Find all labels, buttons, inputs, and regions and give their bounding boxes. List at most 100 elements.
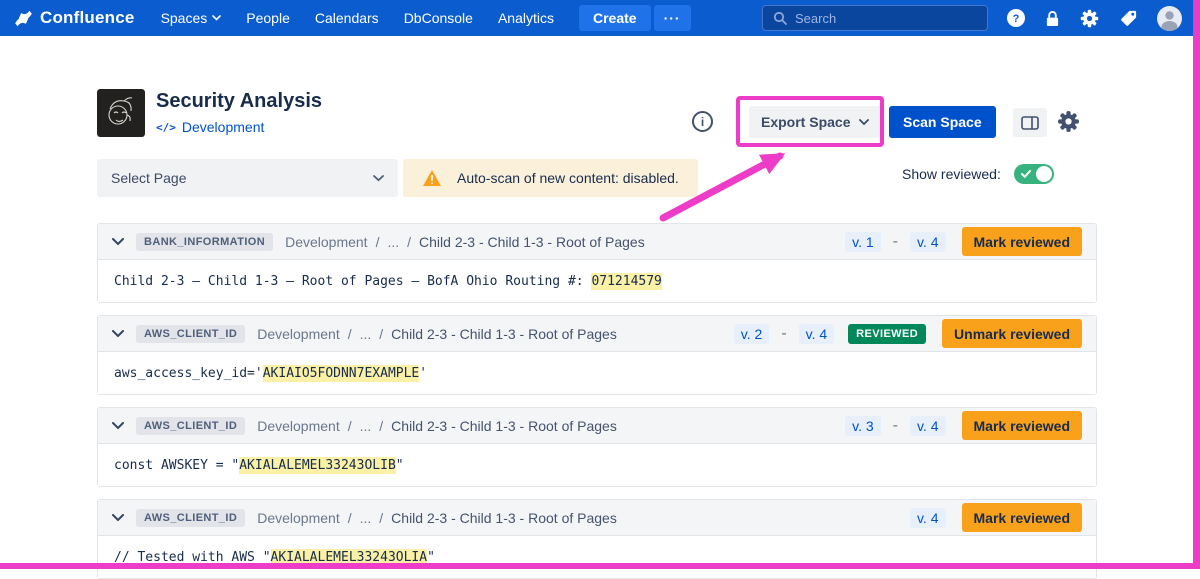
breadcrumb-page-link[interactable]: Child 2-3 - Child 1-3 - Root of Pages (391, 510, 617, 526)
tag-icon (1119, 9, 1138, 28)
version-link-to[interactable]: v. 4 (799, 324, 835, 344)
version-separator: - (781, 325, 786, 343)
more-menu-button[interactable]: ··· (654, 5, 691, 31)
finding-type-badge: BANK_INFORMATION (136, 233, 273, 251)
nav-item-calendars[interactable]: Calendars (315, 10, 379, 26)
show-reviewed-control: Show reviewed: (902, 164, 1054, 184)
breadcrumb-space-link[interactable]: Development (257, 510, 340, 526)
breadcrumb: Development / ... / Child 2-3 - Child 1-… (285, 234, 645, 250)
code-text: ' (419, 366, 427, 381)
nav-item-label: Calendars (315, 10, 379, 26)
code-text: " (396, 458, 404, 473)
breadcrumb-ellipsis[interactable]: ... (360, 326, 372, 342)
version-link-from[interactable]: v. 4 (910, 508, 946, 528)
finding-type-badge: AWS_CLIENT_ID (136, 509, 245, 527)
mark-reviewed-button[interactable]: Mark reviewed (962, 411, 1083, 440)
export-space-label: Export Space (761, 114, 850, 130)
breadcrumb-separator: / (348, 418, 352, 434)
breadcrumb-ellipsis[interactable]: ... (360, 418, 372, 434)
breadcrumb-page-link[interactable]: Child 2-3 - Child 1-3 - Root of Pages (391, 326, 617, 342)
admin-lock-button[interactable] (1045, 9, 1060, 28)
code-text: const AWSKEY = " (114, 458, 239, 473)
finding-snippet: // Tested with AWS "AKIALALEMEL33243OLIA… (98, 536, 1096, 578)
gear-icon (1056, 109, 1081, 134)
nav-item-spaces[interactable]: Spaces (161, 10, 222, 26)
space-settings-button[interactable] (1056, 109, 1081, 137)
warning-text: Auto-scan of new content: disabled. (457, 170, 679, 186)
breadcrumb-space-link[interactable]: Development (257, 326, 340, 342)
create-button[interactable]: Create (579, 5, 651, 31)
nav-item-people[interactable]: People (246, 10, 290, 26)
finding-header: AWS_CLIENT_ID Development / ... / Child … (98, 500, 1096, 536)
breadcrumb-separator: / (376, 234, 380, 250)
finding-snippet: aws_access_key_id='AKIAIO5FODNN7EXAMPLE' (98, 352, 1096, 394)
code-secret-highlight: AKIAIO5FODNN7EXAMPLE (263, 365, 420, 382)
version-link-from[interactable]: v. 2 (734, 324, 770, 344)
breadcrumb: Development / ... / Child 2-3 - Child 1-… (257, 510, 617, 526)
reviewed-badge: REVIEWED (848, 324, 926, 344)
version-link-from[interactable]: v. 3 (845, 416, 881, 436)
chevron-down-icon[interactable] (112, 422, 124, 430)
mark-reviewed-button[interactable]: Mark reviewed (962, 227, 1083, 256)
toggle-knob (1036, 166, 1052, 182)
space-link[interactable]: Development (182, 119, 265, 135)
page-title: Security Analysis (156, 90, 322, 113)
chevron-down-icon[interactable] (112, 238, 124, 246)
chevron-down-icon (212, 15, 221, 21)
show-reviewed-toggle[interactable] (1014, 164, 1054, 184)
svg-text:?: ? (1013, 13, 1020, 25)
settings-gear-button[interactable] (1079, 8, 1100, 29)
nav-item-label: Spaces (161, 10, 208, 26)
code-line: aws_access_key_id='AKIAIO5FODNN7EXAMPLE' (114, 365, 427, 382)
breadcrumb-ellipsis[interactable]: ... (387, 234, 399, 250)
select-page-placeholder: Select Page (111, 170, 187, 186)
finding-header: AWS_CLIENT_ID Development / ... / Child … (98, 408, 1096, 444)
breadcrumb-space-link[interactable]: Development (257, 418, 340, 434)
code-secret-highlight: 071214579 (591, 273, 661, 290)
mark-reviewed-button[interactable]: Mark reviewed (962, 503, 1083, 532)
breadcrumb-separator: / (348, 510, 352, 526)
annotation-border-right (1193, 0, 1200, 569)
select-page-dropdown[interactable]: Select Page (97, 159, 398, 197)
layout-panels-button[interactable] (1013, 108, 1047, 137)
breadcrumb-separator: / (379, 510, 383, 526)
mark-reviewed-button[interactable]: Unmark reviewed (942, 319, 1082, 348)
code-text: // Tested with AWS " (114, 550, 271, 565)
info-button[interactable]: i (692, 111, 713, 132)
scan-space-button[interactable]: Scan Space (889, 106, 996, 138)
nav-icon-cluster: ? (1006, 6, 1182, 31)
code-text: Child 2-3 — Child 1-3 — Root of Pages — … (114, 274, 591, 289)
nav-item-analytics[interactable]: Analytics (498, 10, 554, 26)
help-button[interactable]: ? (1006, 8, 1026, 28)
chevron-down-icon (859, 119, 869, 126)
version-link-from[interactable]: v. 1 (845, 232, 881, 252)
breadcrumb-space-link[interactable]: Development (285, 234, 368, 250)
warning-icon (422, 169, 442, 187)
search-input[interactable] (795, 11, 977, 26)
chevron-down-icon[interactable] (112, 514, 124, 522)
nav-item-dbconsole[interactable]: DbConsole (404, 10, 473, 26)
finding-header: AWS_CLIENT_ID Development / ... / Child … (98, 316, 1096, 352)
lock-icon (1045, 9, 1060, 28)
chevron-down-icon[interactable] (112, 330, 124, 338)
version-link-to[interactable]: v. 4 (910, 232, 946, 252)
breadcrumb-ellipsis[interactable]: ... (360, 510, 372, 526)
export-space-button[interactable]: Export Space (749, 106, 881, 138)
user-avatar[interactable] (1157, 6, 1182, 31)
confluence-home-link[interactable]: Confluence (14, 8, 135, 28)
version-link-to[interactable]: v. 4 (910, 416, 946, 436)
breadcrumb-separator: / (379, 326, 383, 342)
breadcrumb-page-link[interactable]: Child 2-3 - Child 1-3 - Root of Pages (391, 418, 617, 434)
finding-card: BANK_INFORMATION Development / ... / Chi… (97, 223, 1097, 303)
breadcrumb-page-link[interactable]: Child 2-3 - Child 1-3 - Root of Pages (419, 234, 645, 250)
finding-card: AWS_CLIENT_ID Development / ... / Child … (97, 499, 1097, 579)
panels-icon (1021, 116, 1039, 130)
finding-type-badge: AWS_CLIENT_ID (136, 325, 245, 343)
code-line: Child 2-3 — Child 1-3 — Root of Pages — … (114, 273, 662, 290)
confluence-logo-icon (14, 9, 33, 28)
tag-button[interactable] (1119, 9, 1138, 28)
code-text: " (427, 550, 435, 565)
code-secret-highlight: AKIALALEMEL33243OLIA (271, 549, 428, 566)
finding-snippet: Child 2-3 — Child 1-3 — Root of Pages — … (98, 260, 1096, 302)
search-box[interactable] (762, 5, 988, 31)
